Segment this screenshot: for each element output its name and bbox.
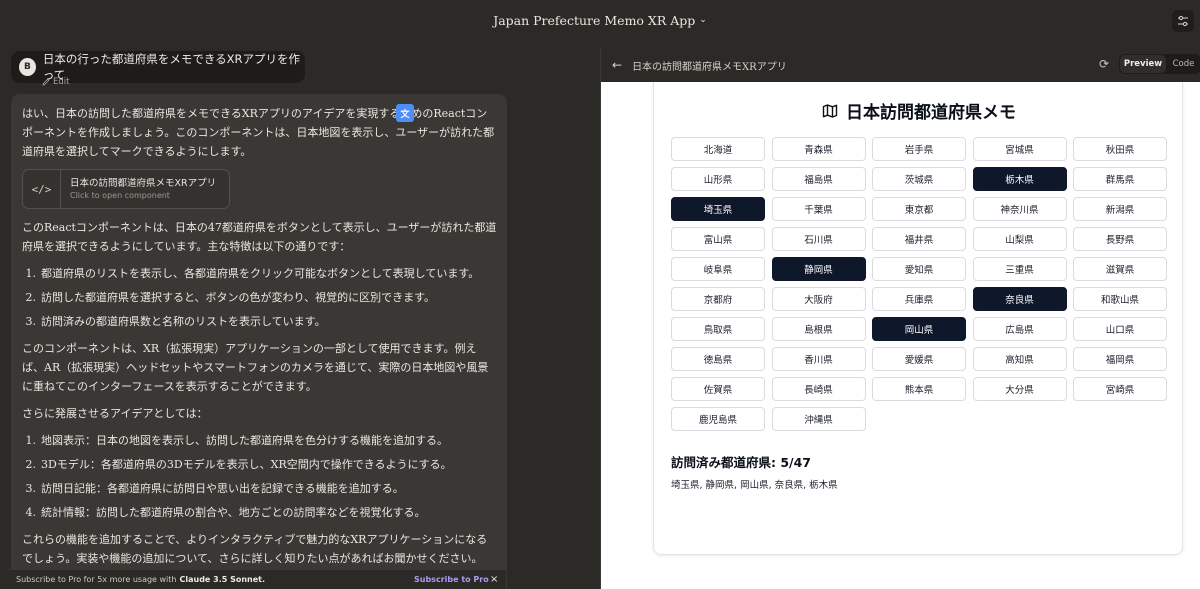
- prefecture-button[interactable]: 石川県: [771, 227, 866, 251]
- close-icon[interactable]: ×: [490, 574, 498, 585]
- prefecture-button[interactable]: 愛媛県: [872, 347, 966, 371]
- prefecture-button[interactable]: 埼玉県: [671, 197, 765, 221]
- assistant-para-4: さらに発展させるアイデアとしては：: [22, 407, 208, 420]
- prefecture-button[interactable]: 茨城県: [872, 167, 966, 191]
- preview-panel: ← 日本の訪問都道府県メモXRアプリ ⟳ Preview Code 日本訪問都道…: [600, 48, 1200, 589]
- app-card: 日本訪問都道府県メモ 北海道 青森県 岩手県 宮城県 秋田県山形県 福島県 茨城県 栃木県 群馬…: [653, 82, 1183, 555]
- list-item: 3. 訪問済みの都道府県数と名称のリストを表示しています。: [25, 315, 326, 328]
- map-icon: [822, 103, 838, 118]
- prefecture-button[interactable]: 千葉県: [771, 197, 866, 221]
- prefecture-button[interactable]: 熊本県: [872, 377, 966, 401]
- avatar: B: [19, 58, 36, 76]
- prefecture-button[interactable]: 京都府: [671, 287, 765, 311]
- edit-label: Edit: [53, 77, 70, 87]
- prefecture-button[interactable]: 長野県: [1073, 227, 1167, 251]
- sliders-icon: [1178, 15, 1188, 27]
- prefecture-button[interactable]: 北海道: [671, 137, 765, 161]
- view-toggle: Preview Code: [1119, 54, 1200, 74]
- prefecture-button[interactable]: 福岡県: [1073, 347, 1167, 371]
- prefecture-button[interactable]: 岡山県: [872, 317, 966, 341]
- assistant-para-3: このコンポーネントは、XR（拡張現実）アプリケーションの一部として使用できます。…: [22, 342, 489, 393]
- app-heading: 日本訪問都道府県メモ: [654, 98, 1184, 123]
- user-message-text: 日本の行った都道府県をメモできるXRアプリを作って: [42, 52, 301, 82]
- refresh-icon[interactable]: ⟳: [1099, 57, 1109, 71]
- promo-text: Subscribe to Pro for 5x more usage with: [16, 575, 177, 584]
- prefecture-button[interactable]: 高知県: [972, 347, 1067, 371]
- artifact-title: 日本の訪問都道府県メモXRアプリ: [70, 178, 217, 189]
- prefecture-button[interactable]: 香川県: [771, 347, 866, 371]
- prefecture-button[interactable]: 栃木県: [972, 167, 1067, 191]
- list-item: 2. 訪問した都道府県を選択すると、ボタンの色が変わり、視覚的に区別できます。: [25, 291, 436, 304]
- translate-icon[interactable]: 文: [396, 104, 414, 122]
- prefecture-button[interactable]: 山梨県: [972, 227, 1067, 251]
- prefecture-button[interactable]: 和歌山県: [1073, 287, 1167, 311]
- prefecture-button[interactable]: 新潟県: [1073, 197, 1167, 221]
- list-item: 2. 3Dモデル：各都道府県の3Dモデルを表示し、XR空間内で操作できるようにする…: [25, 458, 452, 471]
- prefecture-button[interactable]: 秋田県: [1073, 137, 1167, 161]
- list-item: 1. 都道府県のリストを表示し、各都道府県をクリック可能なボタンとして表現していま…: [25, 267, 480, 280]
- app-title-menu[interactable]: Japan Prefecture Memo XR App ⌄: [493, 13, 707, 28]
- prefecture-button[interactable]: 岩手県: [872, 137, 966, 161]
- subscribe-link[interactable]: Subscribe to Pro: [414, 575, 489, 584]
- assistant-message: はい、日本の訪問した都道府県をメモできるXRアプリのアイデアを実現するためのRe…: [11, 94, 507, 589]
- prefecture-button[interactable]: 滋賀県: [1073, 257, 1167, 281]
- assistant-para-2: このReactコンポーネントは、日本の47都道府県をボタンとして表示し、ユーザー…: [22, 221, 497, 253]
- prefecture-button[interactable]: 富山県: [671, 227, 765, 251]
- prefecture-button[interactable]: 三重県: [972, 257, 1067, 281]
- artifact-subtitle: Click to open component: [70, 191, 170, 200]
- ideas-list: 1. 地図表示：日本の地図を表示し、訪問した都道府県を色分けする機能を追加する。 …: [22, 431, 497, 522]
- settings-button[interactable]: [1172, 10, 1194, 32]
- prefecture-button[interactable]: 静岡県: [771, 257, 866, 281]
- chevron-down-icon: ⌄: [699, 15, 707, 25]
- visited-list: 埼玉県, 静岡県, 岡山県, 奈良県, 栃木県: [671, 480, 838, 491]
- prefecture-button[interactable]: 福島県: [771, 167, 866, 191]
- list-item: 1. 地図表示：日本の地図を表示し、訪問した都道府県を色分けする機能を追加する。: [25, 434, 449, 447]
- prefecture-grid: 北海道 青森県 岩手県 宮城県 秋田県山形県 福島県 茨城県 栃木県 群馬県埼玉県 千葉県 東京都神…: [671, 137, 1167, 431]
- prefecture-button[interactable]: 大阪府: [771, 287, 866, 311]
- code-icon: </>: [23, 170, 61, 208]
- prefecture-button[interactable]: 鳥取県: [671, 317, 765, 341]
- panel-title: 日本の訪問都道府県メモXRアプリ: [632, 61, 787, 73]
- prefecture-button[interactable]: 愛知県: [872, 257, 966, 281]
- tab-code[interactable]: Code: [1166, 59, 1200, 69]
- app-title: Japan Prefecture Memo XR App: [493, 12, 696, 28]
- prefecture-button[interactable]: 鹿児島県: [671, 407, 765, 431]
- visited-count-heading: 訪問済み都道府県: 5/47: [671, 455, 812, 470]
- prefecture-button[interactable]: 神奈川県: [972, 197, 1067, 221]
- prefecture-button[interactable]: 徳島県: [671, 347, 765, 371]
- artifact-card[interactable]: </> 日本の訪問都道府県メモXRアプリ Click to open compo…: [22, 169, 230, 209]
- prefecture-button[interactable]: 大分県: [972, 377, 1067, 401]
- list-item: 3. 訪問日記能：各都道府県に訪問日や思い出を記録できる機能を追加する。: [25, 482, 404, 495]
- edit-button[interactable]: Edit: [42, 77, 69, 87]
- prefecture-button[interactable]: 広島県: [972, 317, 1067, 341]
- assistant-para-5: これらの機能を追加することで、よりインタラクティブで魅力的なXRアプリケーション…: [22, 533, 488, 565]
- pencil-icon: [42, 78, 50, 86]
- prefecture-button[interactable]: 青森県: [771, 137, 866, 161]
- tab-preview[interactable]: Preview: [1120, 55, 1166, 73]
- top-bar: Japan Prefecture Memo XR App ⌄: [0, 0, 1200, 40]
- prefecture-button[interactable]: 宮崎県: [1073, 377, 1167, 401]
- prefecture-button[interactable]: 宮城県: [972, 137, 1067, 161]
- app-title-text: 日本訪問都道府県メモ: [846, 103, 1016, 123]
- prefecture-button[interactable]: 山形県: [671, 167, 765, 191]
- list-item: 4. 統計情報：訪問した都道府県の割合や、地方ごとの訪問率などを視覚化する。: [25, 506, 426, 519]
- prefecture-button[interactable]: 島根県: [771, 317, 866, 341]
- features-list: 1. 都道府県のリストを表示し、各都道府県をクリック可能なボタンとして表現していま…: [22, 264, 497, 331]
- prefecture-button[interactable]: 岐阜県: [671, 257, 765, 281]
- prefecture-button[interactable]: 東京都: [872, 197, 966, 221]
- panel-header: ← 日本の訪問都道府県メモXRアプリ ⟳ Preview Code: [601, 48, 1200, 82]
- promo-banner: Subscribe to Pro for 5x more usage with …: [8, 569, 506, 589]
- prefecture-button[interactable]: 奈良県: [972, 287, 1067, 311]
- promo-model: Claude 3.5 Sonnet.: [179, 575, 266, 584]
- back-arrow-icon[interactable]: ←: [612, 58, 622, 72]
- prefecture-button[interactable]: 沖縄県: [771, 407, 866, 431]
- prefecture-button[interactable]: 佐賀県: [671, 377, 765, 401]
- prefecture-button[interactable]: 長崎県: [771, 377, 866, 401]
- prefecture-button[interactable]: 群馬県: [1073, 167, 1167, 191]
- chat-column: B 日本の行った都道府県をメモできるXRアプリを作って Edit はい、日本の訪…: [0, 40, 600, 589]
- assistant-intro: はい、日本の訪問した都道府県をメモできるXRアプリのアイデアを実現するためのRe…: [22, 107, 495, 158]
- prefecture-button[interactable]: 山口県: [1073, 317, 1167, 341]
- prefecture-button[interactable]: 福井県: [872, 227, 966, 251]
- prefecture-button[interactable]: 兵庫県: [872, 287, 966, 311]
